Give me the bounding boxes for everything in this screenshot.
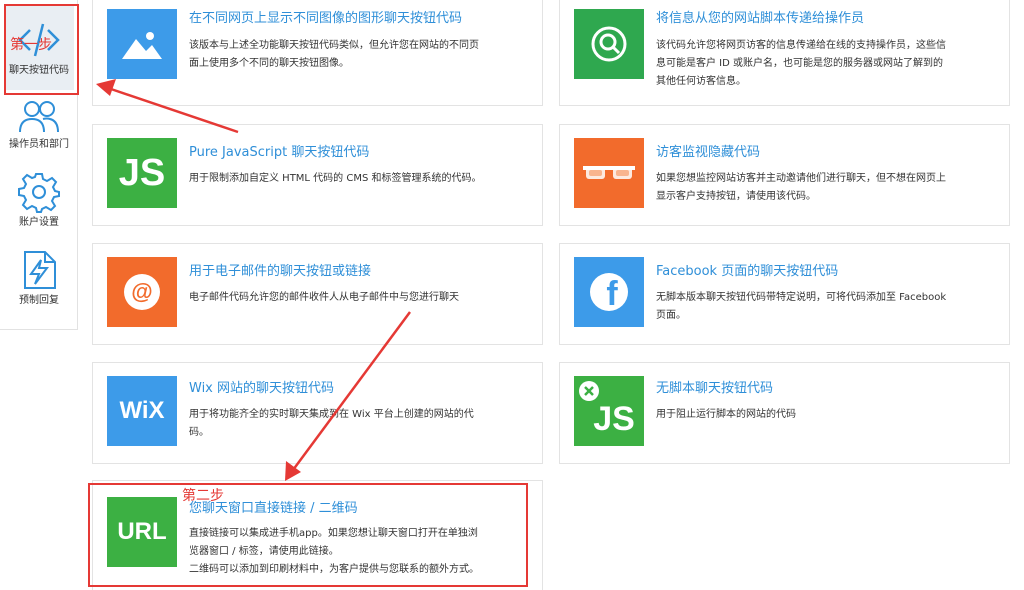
annotation-arrows (96, 79, 412, 481)
step1-arrow (96, 79, 239, 134)
step2-arrow (285, 311, 412, 481)
